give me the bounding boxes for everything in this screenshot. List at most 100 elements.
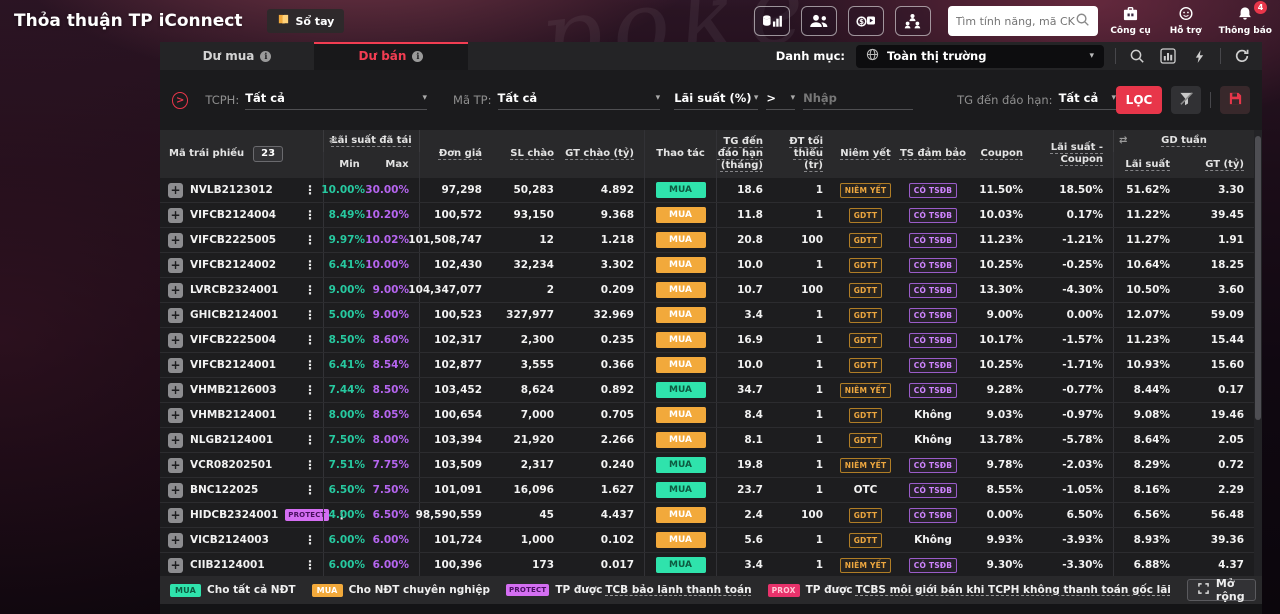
expand-row-button[interactable]: + [168, 233, 183, 248]
buy-button[interactable]: MUA [656, 457, 706, 473]
row-menu-icon[interactable]: ⋮ [304, 483, 323, 497]
tab-du-mua[interactable]: Dư mua i [160, 42, 314, 70]
max-rate-cell: 6.00% [375, 528, 420, 552]
row-menu-icon[interactable]: ⋮ [304, 383, 323, 397]
clear-filter-button[interactable] [1171, 86, 1201, 114]
legend-link[interactable]: TCBS môi giới bán khi TCPH không thanh t… [856, 584, 1171, 596]
expand-row-button[interactable]: + [168, 533, 183, 548]
header-week-rate[interactable]: Lãi suất [1113, 152, 1180, 178]
row-menu-icon[interactable]: ⋮ [304, 558, 323, 572]
money-media-icon[interactable]: $ [848, 6, 884, 36]
buy-button[interactable]: MUA [656, 532, 706, 548]
scrollbar-track[interactable] [1254, 130, 1262, 576]
row-menu-icon[interactable]: ⋮ [304, 433, 323, 447]
expand-row-button[interactable]: + [168, 183, 183, 198]
expand-row-button[interactable]: + [168, 283, 183, 298]
buy-button[interactable]: MUA [656, 407, 706, 423]
expand-view-button[interactable]: Mở rộng [1187, 579, 1256, 601]
handbook-button[interactable]: Sổ tay [267, 9, 345, 33]
expand-row-button[interactable]: + [168, 433, 183, 448]
buy-button[interactable]: MUA [656, 257, 706, 273]
expand-row-button[interactable]: + [168, 558, 183, 573]
rate-operator-select[interactable]: > ▾ [766, 91, 795, 110]
buy-button[interactable]: MUA [656, 182, 706, 198]
global-search-input[interactable] [956, 15, 1075, 28]
expand-row-button[interactable]: + [168, 458, 183, 473]
row-menu-icon[interactable]: ⋮ [304, 333, 323, 347]
header-rate-minus-coupon[interactable]: Lãi suất - Coupon [1033, 130, 1113, 178]
bond-code-select[interactable]: Tất cả ▾ [498, 91, 661, 110]
header-week-value[interactable]: GT (tỷ) [1180, 152, 1254, 178]
header-refi-group[interactable]: ⇄ Lãi suất đã tái [323, 130, 420, 152]
buy-button[interactable]: MUA [656, 482, 706, 498]
expand-row-button[interactable]: + [168, 258, 183, 273]
refresh-icon[interactable] [1232, 48, 1252, 64]
header-qty[interactable]: SL chào [492, 130, 564, 178]
row-menu-icon[interactable]: ⋮ [304, 533, 323, 547]
row-menu-icon[interactable]: ⋮ [304, 183, 323, 197]
expand-row-button[interactable]: + [168, 333, 183, 348]
network-money-icon[interactable] [895, 6, 931, 36]
row-menu-icon[interactable]: ⋮ [304, 233, 323, 247]
rate-field-select[interactable]: Lãi suất (%) ▾ [674, 91, 758, 110]
expand-row-button[interactable]: + [168, 208, 183, 223]
buy-button[interactable]: MUA [656, 382, 706, 398]
save-filter-button[interactable] [1220, 86, 1250, 114]
buy-button[interactable]: MUA [656, 557, 706, 573]
row-menu-icon[interactable]: ⋮ [304, 358, 323, 372]
header-week-group[interactable]: ⇄ GD tuần [1113, 130, 1254, 152]
expand-row-button[interactable]: + [168, 508, 183, 523]
notifications-button[interactable]: 4 Thông báo [1219, 6, 1272, 36]
week-rate-cell: 12.07% [1113, 303, 1180, 327]
row-menu-icon[interactable]: ⋮ [304, 408, 323, 422]
expand-row-button[interactable]: + [168, 308, 183, 323]
buy-button[interactable]: MUA [656, 507, 706, 523]
header-max[interactable]: Max [375, 152, 420, 178]
buy-button[interactable]: MUA [656, 282, 706, 298]
row-menu-icon[interactable]: ⋮ [304, 208, 323, 222]
buy-button[interactable]: MUA [656, 232, 706, 248]
expand-row-button[interactable]: + [168, 358, 183, 373]
tcph-select[interactable]: Tất cả ▾ [245, 91, 427, 110]
expand-row-button[interactable]: + [168, 383, 183, 398]
buy-button[interactable]: MUA [656, 207, 706, 223]
header-min[interactable]: Min [323, 152, 375, 178]
row-menu-icon[interactable]: ⋮ [304, 258, 323, 272]
header-collateral[interactable]: TS đảm bảo [898, 130, 968, 178]
row-menu-icon[interactable]: ⋮ [304, 308, 323, 322]
collapse-filters-button[interactable]: > [172, 92, 188, 109]
info-icon[interactable]: i [260, 51, 271, 62]
portfolio-select[interactable]: Toàn thị trường ▾ [856, 45, 1104, 68]
tab-du-ban[interactable]: Dư bán i [314, 42, 468, 70]
rate-value-input[interactable] [803, 91, 913, 110]
tools-button[interactable]: Công cụ [1109, 6, 1153, 36]
header-min-invest[interactable]: ĐT tối thiểu (tr) [773, 130, 833, 178]
row-menu-icon[interactable]: ⋮ [304, 458, 323, 472]
scrollbar-thumb[interactable] [1255, 136, 1261, 420]
buy-button[interactable]: MUA [656, 332, 706, 348]
buy-button[interactable]: MUA [656, 307, 706, 323]
header-listing[interactable]: Niêm yết [833, 130, 898, 178]
buy-button[interactable]: MUA [656, 432, 706, 448]
info-icon[interactable]: i [412, 51, 423, 62]
buy-button[interactable]: MUA [656, 357, 706, 373]
search-icon[interactable] [1075, 12, 1090, 31]
expand-row-button[interactable]: + [168, 483, 183, 498]
chart-icon[interactable] [1158, 48, 1178, 64]
legend-link[interactable]: TCB bảo lãnh thanh toán [605, 584, 751, 596]
header-price[interactable]: Đơn giá [420, 130, 492, 178]
header-maturity[interactable]: TG đến đáo hạn (tháng) [717, 130, 773, 178]
row-menu-icon[interactable]: ⋮ [304, 283, 323, 297]
sort-swap-icon[interactable]: ⇄ [329, 135, 337, 147]
header-value[interactable]: GT chào (tỷ) [564, 130, 644, 178]
header-coupon[interactable]: Coupon [968, 130, 1033, 178]
lightning-icon[interactable] [1189, 49, 1209, 64]
support-button[interactable]: Hỗ trợ [1164, 6, 1208, 36]
money-chart-icon[interactable] [754, 6, 790, 36]
users-icon[interactable] [801, 6, 837, 36]
apply-filter-button[interactable]: LỌC [1116, 86, 1162, 114]
search-icon[interactable] [1127, 48, 1147, 64]
maturity-select[interactable]: Tất cả ▾ [1059, 91, 1116, 110]
expand-row-button[interactable]: + [168, 408, 183, 423]
sort-swap-icon[interactable]: ⇄ [1119, 135, 1127, 147]
